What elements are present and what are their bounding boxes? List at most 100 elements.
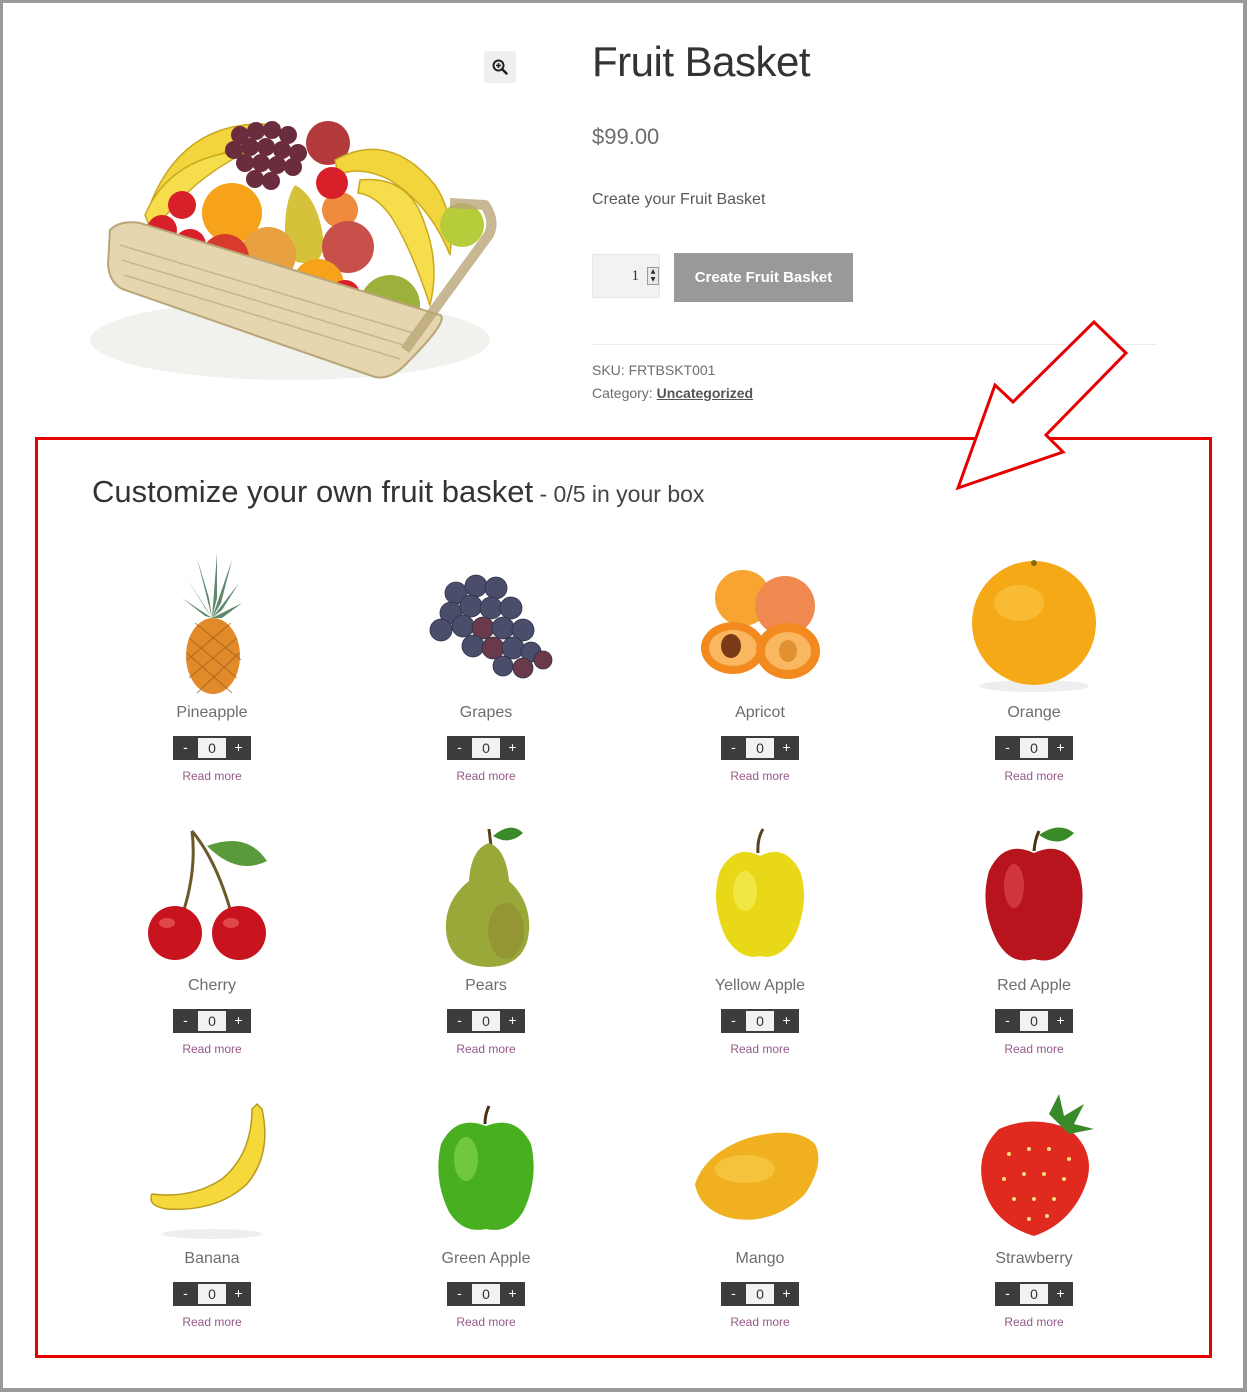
increment-button[interactable]: + (1048, 736, 1073, 760)
read-more-link[interactable]: Read more (456, 1315, 515, 1329)
pear-image[interactable] (411, 821, 561, 971)
cherry-image[interactable] (137, 821, 287, 971)
read-more-link[interactable]: Read more (1004, 1315, 1063, 1329)
read-more-link[interactable]: Read more (730, 769, 789, 783)
read-more-link[interactable]: Read more (730, 1042, 789, 1056)
orange-image[interactable] (959, 548, 1109, 698)
fruit-quantity-input[interactable] (1020, 1011, 1048, 1031)
fruit-quantity-input[interactable] (746, 738, 774, 758)
fruit-name: Strawberry (995, 1250, 1073, 1267)
category-link[interactable]: Uncategorized (657, 385, 753, 401)
read-more-link[interactable]: Read more (1004, 769, 1063, 783)
read-more-link[interactable]: Read more (1004, 1042, 1063, 1056)
increment-button[interactable]: + (500, 1009, 525, 1033)
create-fruit-basket-button[interactable]: Create Fruit Basket (674, 253, 853, 302)
increment-button[interactable]: + (774, 736, 799, 760)
grapes-image[interactable] (411, 548, 561, 698)
read-more-link[interactable]: Read more (182, 1315, 241, 1329)
customizer-heading: Customize your own fruit basket (92, 474, 534, 509)
decrement-button[interactable]: - (995, 1009, 1020, 1033)
fruit-quantity-input[interactable] (1020, 1284, 1048, 1304)
increment-button[interactable]: + (226, 736, 251, 760)
increment-button[interactable]: + (226, 1282, 251, 1306)
decrement-button[interactable]: - (721, 1009, 746, 1033)
fruit-name: Yellow Apple (714, 977, 806, 994)
quantity-stepper: - + (995, 1009, 1073, 1033)
increment-button[interactable]: + (774, 1009, 799, 1033)
fruit-name: Mango (735, 1250, 785, 1267)
increment-button[interactable]: + (500, 1282, 525, 1306)
product-image[interactable] (90, 95, 510, 395)
decrement-button[interactable]: - (447, 1009, 472, 1033)
increment-button[interactable]: + (774, 1282, 799, 1306)
fruit-card: Grapes - + Read more (349, 548, 623, 821)
fruit-name: Pears (465, 977, 507, 994)
fruit-name: Cherry (187, 977, 236, 994)
apricot-icon (701, 570, 820, 679)
decrement-button[interactable]: - (173, 1282, 198, 1306)
fruit-quantity-input[interactable] (472, 1284, 500, 1304)
strawberry-image[interactable] (959, 1094, 1109, 1244)
fruit-quantity-input[interactable] (472, 738, 500, 758)
quantity-spinner[interactable]: ▲ ▼ (647, 267, 659, 285)
fruit-card: Pineapple - + Read more (75, 548, 349, 821)
pineapple-image[interactable] (137, 548, 287, 698)
red-apple-image[interactable] (959, 821, 1109, 971)
fruit-quantity-input[interactable] (746, 1284, 774, 1304)
decrement-button[interactable]: - (447, 1282, 472, 1306)
sku-value: FRTBSKT001 (628, 362, 716, 378)
fruit-quantity-input[interactable] (472, 1011, 500, 1031)
separator: - (533, 481, 554, 507)
fruit-name: Banana (184, 1250, 240, 1267)
increment-button[interactable]: + (1048, 1009, 1073, 1033)
decrement-button[interactable]: - (173, 736, 198, 760)
yellow-apple-icon (716, 828, 804, 957)
decrement-button[interactable]: - (721, 1282, 746, 1306)
read-more-link[interactable]: Read more (456, 769, 515, 783)
grapes-icon (429, 574, 553, 679)
orange-icon (972, 560, 1096, 692)
fruit-quantity-input[interactable] (198, 1011, 226, 1031)
fruit-name: Apricot (735, 704, 785, 721)
fruit-grid: Pineapple - + Read more Grapes - + Read … (75, 548, 1171, 1367)
spin-down-icon[interactable]: ▼ (651, 277, 656, 283)
increment-button[interactable]: + (226, 1009, 251, 1033)
quantity-stepper: - + (173, 736, 251, 760)
read-more-link[interactable]: Read more (182, 769, 241, 783)
quantity-stepper: - + (447, 736, 525, 760)
decrement-button[interactable]: - (721, 736, 746, 760)
decrement-button[interactable]: - (995, 1282, 1020, 1306)
quantity-field[interactable]: ▲ ▼ (592, 254, 660, 298)
fruit-quantity-input[interactable] (746, 1011, 774, 1031)
zoom-image-button[interactable] (484, 51, 516, 83)
increment-button[interactable]: + (1048, 1282, 1073, 1306)
decrement-button[interactable]: - (995, 736, 1020, 760)
increment-button[interactable]: + (500, 736, 525, 760)
fruit-basket-image (90, 121, 497, 380)
quantity-stepper: - + (995, 1282, 1073, 1306)
fruit-card: Strawberry - + Read more (897, 1094, 1171, 1367)
apricot-image[interactable] (685, 548, 835, 698)
fruit-quantity-input[interactable] (198, 1284, 226, 1304)
decrement-button[interactable]: - (447, 736, 472, 760)
fruit-quantity-input[interactable] (198, 738, 226, 758)
mango-image[interactable] (685, 1094, 835, 1244)
spin-up-icon[interactable]: ▲ (651, 269, 656, 275)
green-apple-image[interactable] (411, 1094, 561, 1244)
read-more-link[interactable]: Read more (730, 1315, 789, 1329)
read-more-link[interactable]: Read more (182, 1042, 241, 1056)
fruit-quantity-input[interactable] (1020, 738, 1048, 758)
decrement-button[interactable]: - (173, 1009, 198, 1033)
green-apple-icon (438, 1105, 534, 1230)
read-more-link[interactable]: Read more (456, 1042, 515, 1056)
category-line: Category: Uncategorized (592, 385, 753, 401)
yellow-apple-image[interactable] (685, 821, 835, 971)
fruit-card: Banana - + Read more (75, 1094, 349, 1367)
product-price: $99.00 (592, 124, 660, 149)
fruit-card: Pears - + Read more (349, 821, 623, 1094)
banana-image[interactable] (137, 1094, 287, 1244)
pear-icon (445, 827, 530, 967)
fruit-card: Orange - + Read more (897, 548, 1171, 821)
strawberry-icon (981, 1094, 1094, 1236)
quantity-input[interactable] (603, 267, 639, 285)
